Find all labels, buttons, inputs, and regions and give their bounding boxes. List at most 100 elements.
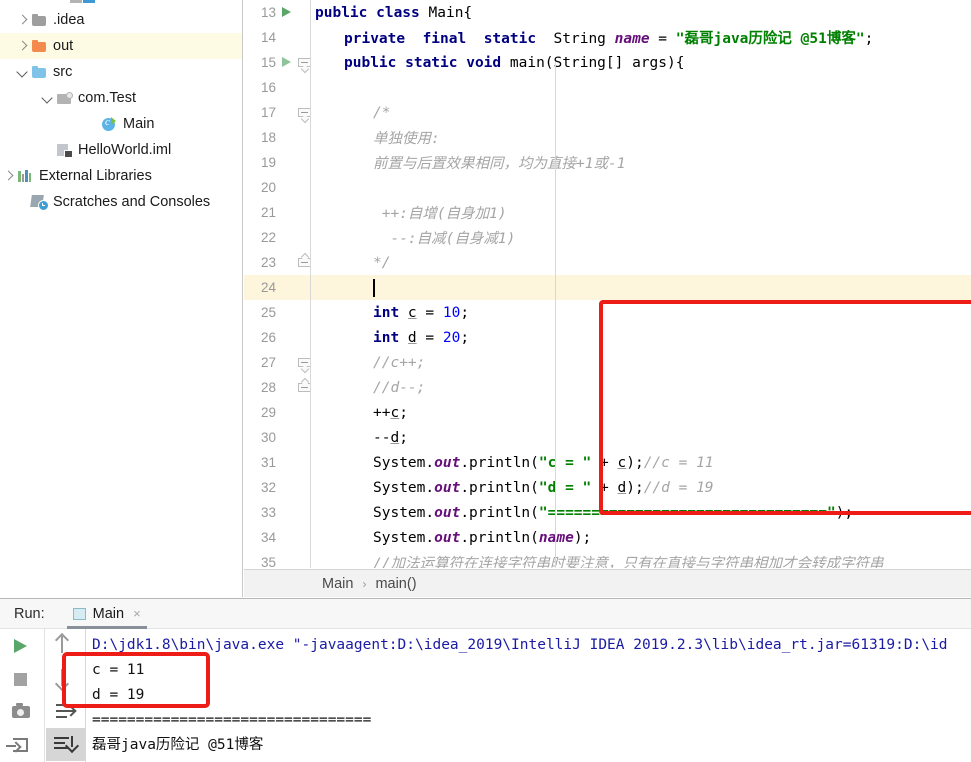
chevron-down-icon[interactable] bbox=[39, 90, 55, 106]
code-line-30[interactable]: 30 --d; bbox=[244, 425, 971, 450]
code-text[interactable]: System.out.println("====================… bbox=[311, 505, 853, 521]
code-line-21[interactable]: 21 ++:自增(自身加1) bbox=[244, 200, 971, 225]
code-line-20[interactable]: 20 bbox=[244, 175, 971, 200]
chevron-right-icon[interactable] bbox=[14, 38, 30, 54]
run-tool-window[interactable]: Run: Main × D:\jdk1.8\bin\java.exe "-jav… bbox=[0, 598, 971, 762]
code-text[interactable]: //c++; bbox=[311, 355, 425, 371]
scroll-to-end-button[interactable] bbox=[46, 728, 85, 761]
tree-item-main[interactable]: Main bbox=[0, 111, 242, 137]
code-text[interactable]: ++:自增(自身加1) bbox=[311, 202, 507, 223]
gutter-icons[interactable] bbox=[278, 175, 311, 200]
code-line-13[interactable]: 13 public class Main{ bbox=[244, 0, 971, 25]
gutter-icons[interactable] bbox=[278, 425, 311, 450]
gutter-icons[interactable] bbox=[278, 350, 311, 375]
gutter-icons[interactable] bbox=[278, 75, 311, 100]
code-text[interactable]: 前置与后置效果相同，均为直接+1或-1 bbox=[311, 152, 625, 173]
code-text[interactable]: --d; bbox=[311, 430, 408, 446]
tree-item-helloworld-iml[interactable]: HelloWorld.iml bbox=[0, 137, 242, 163]
code-text[interactable]: public static void main(String[] args){ bbox=[311, 55, 684, 71]
code-text[interactable]: System.out.println("c = " + c);//c = 11 bbox=[311, 455, 714, 471]
tree-item-scratches-and-consoles[interactable]: Scratches and Consoles bbox=[0, 189, 242, 215]
code-line-14[interactable]: 14 private final static String name = "磊哥… bbox=[244, 25, 971, 50]
code-text[interactable]: private final static String name = "磊哥ja… bbox=[311, 27, 873, 48]
gutter-icons[interactable] bbox=[278, 225, 311, 250]
tree-item-src[interactable]: src bbox=[0, 59, 242, 85]
code-line-23[interactable]: 23 */ bbox=[244, 250, 971, 275]
code-text[interactable]: public class Main{ bbox=[311, 5, 472, 21]
breadcrumb[interactable]: Main › main() bbox=[244, 569, 971, 597]
code-line-26[interactable]: 26 int d = 20; bbox=[244, 325, 971, 350]
code-line-28[interactable]: 28 //d--; bbox=[244, 375, 971, 400]
code-line-25[interactable]: 25 int c = 10; bbox=[244, 300, 971, 325]
breadcrumb-class[interactable]: Main bbox=[322, 576, 353, 592]
gutter-icons[interactable] bbox=[278, 525, 311, 550]
code-line-29[interactable]: 29 ++c; bbox=[244, 400, 971, 425]
code-text[interactable]: */ bbox=[311, 255, 390, 271]
gutter-icons[interactable] bbox=[278, 0, 311, 25]
code-line-35[interactable]: 35 //加法运算符在连接字符串时要注意，只有在直接与字符串相加才会转成字符串 bbox=[244, 550, 971, 568]
code-line-24[interactable]: 24 bbox=[244, 275, 971, 300]
code-line-27[interactable]: 27 //c++; bbox=[244, 350, 971, 375]
tree-item-out[interactable]: out bbox=[0, 33, 242, 59]
editor-scroll-area[interactable]: 13 public class Main{14 private final stat… bbox=[244, 0, 971, 568]
run-gutter-icon[interactable] bbox=[282, 7, 291, 17]
gutter-icons[interactable] bbox=[278, 50, 311, 75]
stop-button[interactable] bbox=[0, 662, 44, 695]
gutter-icons[interactable] bbox=[278, 300, 311, 325]
dump-threads-button[interactable] bbox=[0, 695, 44, 728]
code-text[interactable]: int c = 10; bbox=[311, 305, 469, 321]
console-output[interactable]: D:\jdk1.8\bin\java.exe "-javaagent:D:\id… bbox=[87, 629, 971, 762]
code-line-16[interactable]: 16 bbox=[244, 75, 971, 100]
code-text[interactable]: int d = 20; bbox=[311, 330, 469, 346]
gutter-icons[interactable] bbox=[278, 125, 311, 150]
gutter-icons[interactable] bbox=[278, 250, 311, 275]
code-line-32[interactable]: 32 System.out.println("d = " + d);//d = 1… bbox=[244, 475, 971, 500]
run-tab-main[interactable]: Main × bbox=[66, 599, 147, 629]
prev-occurrence-button[interactable] bbox=[46, 629, 85, 662]
gutter-icons[interactable] bbox=[278, 150, 311, 175]
close-icon[interactable]: × bbox=[133, 606, 141, 621]
code-line-15[interactable]: 15 public static void main(String[] args)… bbox=[244, 50, 971, 75]
chevron-right-icon[interactable] bbox=[0, 168, 16, 184]
next-occurrence-button[interactable] bbox=[46, 662, 85, 695]
gutter-icons[interactable] bbox=[278, 375, 311, 400]
code-line-33[interactable]: 33 System.out.println("==================… bbox=[244, 500, 971, 525]
tree-item-com-test[interactable]: com.Test bbox=[0, 85, 242, 111]
gutter-icons[interactable] bbox=[278, 400, 311, 425]
breadcrumb-method[interactable]: main() bbox=[375, 576, 416, 592]
code-line-18[interactable]: 18 单独使用: bbox=[244, 125, 971, 150]
code-editor[interactable]: 13 public class Main{14 private final stat… bbox=[244, 0, 971, 597]
soft-wrap-button[interactable] bbox=[46, 695, 85, 728]
gutter-icons[interactable] bbox=[278, 100, 311, 125]
gutter-icons[interactable] bbox=[278, 550, 311, 568]
code-text[interactable]: 单独使用: bbox=[311, 127, 440, 148]
code-text[interactable]: ++c; bbox=[311, 405, 408, 421]
code-line-22[interactable]: 22 --:自减(自身减1) bbox=[244, 225, 971, 250]
gutter-icons[interactable] bbox=[278, 275, 311, 300]
gutter-icons[interactable] bbox=[278, 200, 311, 225]
code-line-31[interactable]: 31 System.out.println("c = " + c);//c = 1… bbox=[244, 450, 971, 475]
run-gutter-icon[interactable] bbox=[282, 57, 291, 67]
project-tool-window[interactable]: .idea out src com.Test Main HelloWorld.iml Ext… bbox=[0, 0, 243, 597]
gutter-icons[interactable] bbox=[278, 25, 311, 50]
code-text[interactable]: --:自减(自身减1) bbox=[311, 227, 515, 248]
gutter-icons[interactable] bbox=[278, 325, 311, 350]
code-text[interactable]: /* bbox=[311, 105, 390, 121]
run-toolbar-primary[interactable] bbox=[0, 629, 45, 762]
gutter-icons[interactable] bbox=[278, 500, 311, 525]
code-text[interactable]: System.out.println("d = " + d);//d = 19 bbox=[311, 480, 714, 496]
gutter-icons[interactable] bbox=[278, 475, 311, 500]
run-toolbar-secondary[interactable] bbox=[46, 629, 86, 762]
chevron-right-icon[interactable] bbox=[14, 12, 30, 28]
code-line-19[interactable]: 19 前置与后置效果相同，均为直接+1或-1 bbox=[244, 150, 971, 175]
export-button[interactable] bbox=[0, 728, 44, 761]
code-text[interactable]: //加法运算符在连接字符串时要注意，只有在直接与字符串相加才会转成字符串 bbox=[311, 552, 883, 568]
code-text[interactable]: System.out.println(name); bbox=[311, 530, 591, 546]
code-text[interactable]: //d--; bbox=[311, 380, 425, 396]
code-text[interactable] bbox=[311, 278, 375, 297]
rerun-button[interactable] bbox=[0, 629, 44, 662]
chevron-down-icon[interactable] bbox=[14, 64, 30, 80]
tree-item-idea[interactable]: .idea bbox=[0, 7, 242, 33]
tree-item-external-libraries[interactable]: External Libraries bbox=[0, 163, 242, 189]
code-line-34[interactable]: 34 System.out.println(name); bbox=[244, 525, 971, 550]
